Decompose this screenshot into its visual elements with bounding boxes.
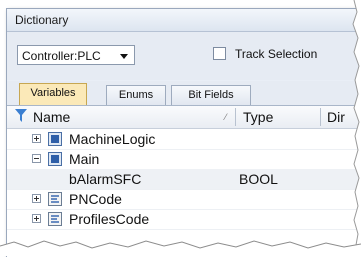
sort-ascending-icon: ⁄ bbox=[225, 112, 227, 122]
expand-icon[interactable] bbox=[32, 134, 41, 143]
row-name: ProfilesCode bbox=[69, 211, 150, 227]
tab-variables[interactable]: Variables bbox=[19, 83, 87, 105]
torn-edge-bottom bbox=[0, 240, 361, 256]
row-name: bAlarmSFC bbox=[69, 171, 142, 187]
table-row[interactable]: PNCode bbox=[7, 189, 361, 210]
controller-select[interactable]: Controller:PLC bbox=[17, 45, 135, 65]
panel-title: Dictionary bbox=[15, 13, 69, 27]
function-block-icon bbox=[48, 212, 62, 226]
grid-header: Name ⁄ Type Dir bbox=[7, 106, 361, 129]
column-header-dir[interactable]: Dir bbox=[327, 109, 345, 125]
row-name: PNCode bbox=[69, 191, 122, 207]
panel-titlebar: Dictionary bbox=[7, 9, 361, 32]
expand-icon[interactable] bbox=[32, 194, 41, 203]
row-name: MachineLogic bbox=[69, 131, 156, 147]
row-type: BOOL bbox=[239, 171, 278, 187]
table-row[interactable]: Main bbox=[7, 149, 361, 170]
torn-edge-right bbox=[352, 0, 361, 256]
dictionary-panel: Dictionary Controller:PLC Track Selectio… bbox=[6, 8, 361, 257]
tab-enums[interactable]: Enums bbox=[106, 85, 166, 105]
program-icon bbox=[48, 152, 62, 166]
chevron-down-icon bbox=[120, 54, 128, 59]
tab-bit-fields[interactable]: Bit Fields bbox=[171, 85, 251, 105]
variables-grid: Name ⁄ Type Dir MachineLogic Main bAlarm… bbox=[7, 105, 361, 257]
column-header-name[interactable]: Name bbox=[33, 109, 70, 125]
row-name: Main bbox=[69, 151, 100, 167]
program-icon bbox=[48, 132, 62, 146]
table-row[interactable]: MachineLogic bbox=[7, 129, 361, 150]
function-block-icon bbox=[48, 192, 62, 206]
track-selection-label[interactable]: Track Selection bbox=[235, 47, 317, 61]
column-header-type[interactable]: Type bbox=[243, 109, 273, 125]
expand-icon[interactable] bbox=[32, 214, 41, 223]
column-divider[interactable] bbox=[235, 108, 236, 126]
column-divider[interactable] bbox=[320, 108, 321, 126]
track-selection-checkbox[interactable] bbox=[213, 47, 226, 60]
table-row[interactable]: ProfilesCode bbox=[7, 209, 361, 230]
controller-select-value: Controller:PLC bbox=[22, 49, 101, 63]
filter-icon[interactable] bbox=[15, 109, 27, 123]
table-row[interactable]: bAlarmSFC BOOL bbox=[7, 169, 361, 190]
collapse-icon[interactable] bbox=[32, 154, 41, 163]
